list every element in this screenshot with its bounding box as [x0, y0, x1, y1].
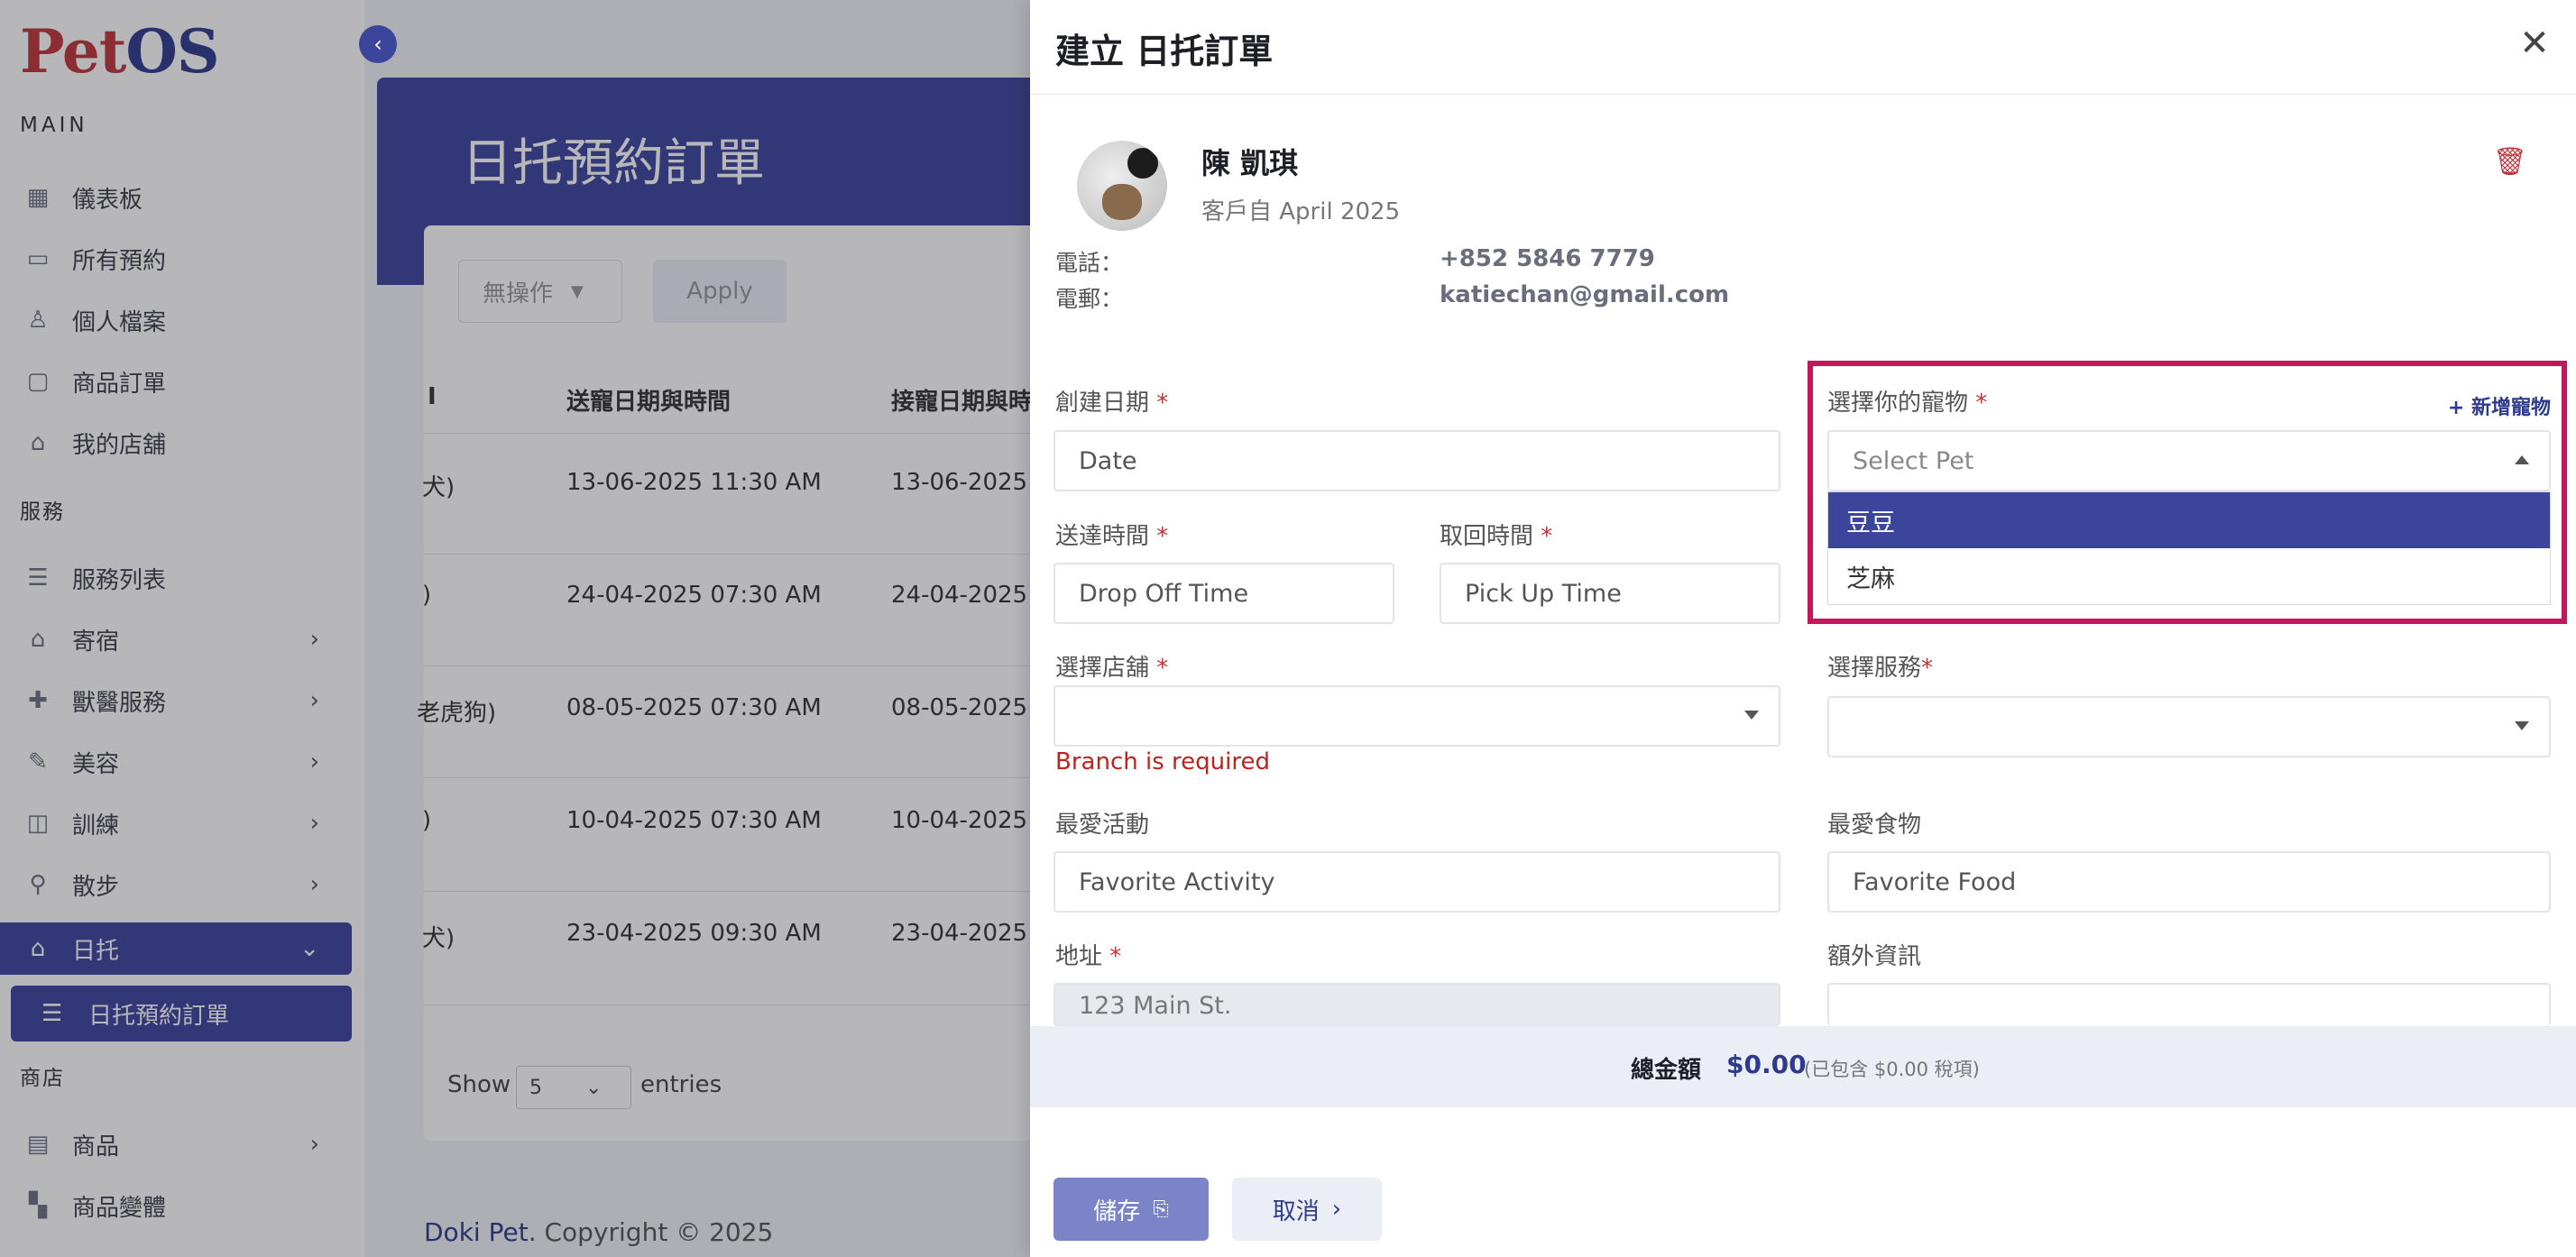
branch-label: 選擇店舖 * [1055, 655, 1169, 682]
address-label: 地址 * [1055, 943, 1122, 970]
highlight-annotation-box [1808, 361, 2567, 624]
divider [1030, 94, 2576, 95]
branch-error: Branch is required [1055, 748, 1270, 775]
phone-label: 電話： [1055, 250, 1124, 276]
customer-since: 客戶自 April 2025 [1201, 198, 1401, 225]
service-select-label: 選擇服務* [1827, 655, 1934, 682]
favorite-food-label: 最愛食物 [1827, 812, 1922, 839]
customer-name: 陳 凱琪 [1201, 146, 1299, 180]
favorite-food-input[interactable]: Favorite Food [1827, 851, 2551, 913]
sidebar-collapse-button[interactable]: ‹ [359, 25, 397, 63]
chevron-right-icon: › [1331, 1196, 1342, 1223]
trash-icon[interactable]: 🗑 [2493, 146, 2527, 178]
email-value: katiechan@gmail.com [1440, 281, 1730, 308]
extra-info-label: 額外資訊 [1827, 943, 1922, 970]
create-daycare-order-drawer: 建立 日托訂單 ✕ 陳 凱琪 客戶自 April 2025 🗑 電話： +852… [1030, 0, 2576, 1257]
cancel-button[interactable]: 取消 › [1232, 1178, 1382, 1241]
close-icon[interactable]: ✕ [2516, 25, 2553, 61]
drawer-title: 建立 日托訂單 [1055, 32, 1274, 71]
dropoff-time-input[interactable]: Drop Off Time [1053, 563, 1394, 624]
favorite-activity-input[interactable]: Favorite Activity [1053, 851, 1780, 913]
total-tax-note: (已包含 $0.00 稅項) [1804, 1059, 1980, 1080]
pickup-time-input[interactable]: Pick Up Time [1440, 563, 1780, 624]
favorite-activity-label: 最愛活動 [1055, 812, 1150, 839]
email-label: 電郵： [1055, 286, 1124, 312]
avatar [1077, 141, 1167, 231]
caret-down-icon [1744, 711, 1759, 720]
save-icon: ⎘ [1153, 1197, 1169, 1221]
save-button[interactable]: 儲存 ⎘ [1053, 1178, 1209, 1241]
total-amount: $0.00 [1726, 1050, 1807, 1079]
phone-value: +852 5846 7779 [1440, 245, 1655, 272]
service-select[interactable] [1827, 696, 2551, 757]
extra-info-input[interactable] [1827, 983, 2551, 1026]
created-date-label: 創建日期 * [1055, 390, 1169, 417]
caret-down-icon [2515, 721, 2529, 730]
created-date-input[interactable]: Date [1053, 430, 1780, 491]
address-input[interactable]: 123 Main St. [1053, 983, 1780, 1026]
branch-select[interactable] [1053, 685, 1780, 747]
dropoff-time-label: 送達時間 * [1055, 523, 1169, 550]
total-label: 總金額 [1631, 1057, 1702, 1084]
chevron-left-icon: ‹ [373, 32, 382, 57]
pickup-time-label: 取回時間 * [1440, 523, 1553, 550]
